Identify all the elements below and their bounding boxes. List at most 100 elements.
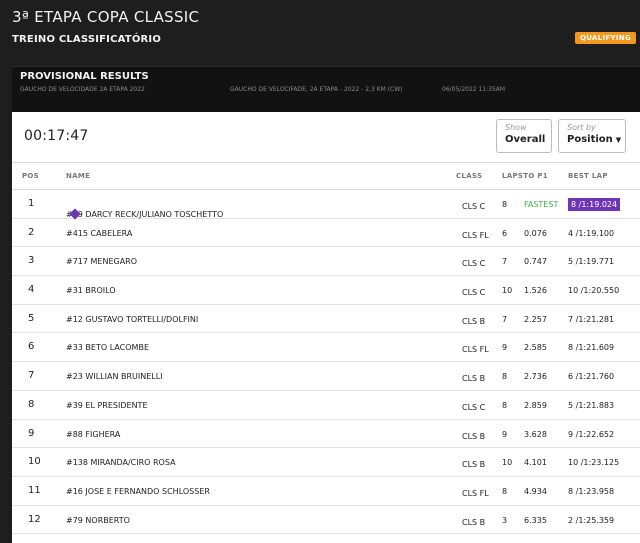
session-datetime: 06/05/2022 11:35AM <box>442 86 506 93</box>
row-class: CLS FL <box>462 345 489 355</box>
table-row[interactable]: 3 #717 MENEGARO CLS C 7 0.747 5 /1:19.77… <box>12 247 640 277</box>
row-class: CLS B <box>462 431 486 441</box>
row-gap: 4.934 <box>524 486 547 496</box>
column-class[interactable]: CLASS <box>456 172 482 180</box>
row-laps: 8 <box>502 372 508 382</box>
row-best-lap: 8 /1:21.609 <box>568 343 615 353</box>
row-class: CLS B <box>462 316 486 326</box>
table-row[interactable]: 6 #33 BETO LACOMBE CLS FL 9 2.585 8 /1:2… <box>12 333 640 363</box>
row-best-lap: 7 /1:21.281 <box>568 314 615 324</box>
row-best-lap: 4 /1:19.100 <box>568 228 615 238</box>
table-row[interactable]: 11 #16 JOSE E FERNANDO SCHLOSSER CLS FL … <box>12 477 640 506</box>
row-laps: 7 <box>502 257 508 267</box>
column-name[interactable]: NAME <box>66 172 90 180</box>
row-driver-name: #31 BROILO <box>66 286 116 296</box>
results-table: 1 #19 DARCY RECK/JULIANO TOSCHETTO CLS C… <box>12 190 640 535</box>
sort-value: Position <box>567 134 613 145</box>
row-best-lap: 6 /1:21.760 <box>568 372 615 382</box>
row-class: CLS B <box>462 460 486 470</box>
row-position: 5 <box>28 312 35 324</box>
row-position: 8 <box>28 398 35 410</box>
row-gap: 1.526 <box>524 286 547 296</box>
row-position: 10 <box>28 456 41 468</box>
row-position: 1 <box>28 198 35 209</box>
column-pos[interactable]: POS <box>22 172 39 180</box>
table-row[interactable]: 8 #39 EL PRESIDENTE CLS C 8 2.859 5 /1:2… <box>12 391 640 420</box>
table-row[interactable]: 7 #23 WILLIAN BRUINELLI CLS B 8 2.736 6 … <box>12 362 640 391</box>
row-class: CLS C <box>462 259 486 269</box>
row-class: CLS B <box>462 517 486 527</box>
row-driver-name: #88 FIGHERA <box>66 429 121 439</box>
table-row[interactable]: 10 #138 MIRANDA/CIRO ROSA CLS B 10 4.101… <box>12 448 640 477</box>
row-gap: 4.101 <box>524 458 547 468</box>
row-driver-name: #79 NORBERTO <box>66 515 130 525</box>
row-class: CLS FL <box>462 230 489 240</box>
row-driver-name: #39 EL PRESIDENTE <box>66 400 148 410</box>
row-class: CLS FL <box>462 488 489 498</box>
row-laps: 8 <box>502 200 508 209</box>
table-row[interactable]: 2 #415 CABELERA CLS FL 6 0.076 4 /1:19.1… <box>12 219 640 248</box>
row-best-lap: 10 /1:23.125 <box>568 458 620 468</box>
row-position: 3 <box>28 255 35 267</box>
column-laps-to-p1[interactable]: LAPSTO P1 <box>502 172 548 180</box>
row-gap: 3.628 <box>524 429 547 439</box>
track-name: GAUCHO DE VELOCIFADE, 2A ETAPA - 2022 - … <box>230 86 403 93</box>
row-driver-name: #19 DARCY RECK/JULIANO TOSCHETTO <box>66 210 224 219</box>
row-position: 6 <box>28 341 35 353</box>
row-position: 11 <box>28 484 41 496</box>
row-best-lap: 10 /1:20.550 <box>568 286 620 296</box>
row-position: 12 <box>28 513 41 525</box>
sort-label: Sort by <box>567 123 596 132</box>
results-panel: 00:17:47 Show Overall Sort by Position ▼ … <box>12 112 640 543</box>
row-gap: 0.076 <box>524 228 547 238</box>
column-best-lap[interactable]: BEST LAP <box>568 172 608 180</box>
row-best-lap: 8 /1:19.024 <box>568 198 621 211</box>
row-driver-name: #717 MENEGARO <box>66 257 138 267</box>
championship-name: GAUCHO DE VELOCIDADE 2A ETAPA 2022 <box>20 86 145 93</box>
row-gap: FASTEST <box>524 200 559 209</box>
row-position: 9 <box>28 427 35 439</box>
row-laps: 9 <box>502 343 508 353</box>
row-position: 7 <box>28 370 35 382</box>
row-best-lap: 5 /1:19.771 <box>568 257 615 267</box>
row-position: 2 <box>28 226 35 238</box>
row-gap: 2.585 <box>524 343 547 353</box>
row-driver-name: #138 MIRANDA/CIRO ROSA <box>66 458 176 468</box>
sort-by-dropdown[interactable]: Sort by Position ▼ <box>558 119 626 153</box>
table-header: POS NAME CLASS LAPSTO P1 BEST LAP <box>12 168 640 190</box>
row-laps: 8 <box>502 400 508 410</box>
table-row[interactable]: 4 #31 BROILO CLS C 10 1.526 10 /1:20.550 <box>12 276 640 305</box>
event-header: 3ª ETAPA COPA CLASSIC TREINO CLASSIFICAT… <box>0 0 640 58</box>
row-driver-name: #16 JOSE E FERNANDO SCHLOSSER <box>66 486 210 496</box>
results-header: PROVISIONAL RESULTS GAUCHO DE VELOCIDADE… <box>12 66 640 112</box>
row-gap: 2.736 <box>524 372 547 382</box>
row-laps: 9 <box>502 429 508 439</box>
session-name: TREINO CLASSIFICATÓRIO <box>12 34 162 45</box>
row-best-lap: 8 /1:23.958 <box>568 486 615 496</box>
row-best-lap: 9 /1:22.652 <box>568 429 615 439</box>
row-driver-name: #415 CABELERA <box>66 228 133 238</box>
row-laps: 7 <box>502 314 508 324</box>
session-type-badge: QUALIFYING <box>575 32 636 44</box>
divider <box>12 162 640 163</box>
table-row[interactable]: 9 #88 FIGHERA CLS B 9 3.628 9 /1:22.652 <box>12 420 640 449</box>
row-class: CLS B <box>462 374 486 384</box>
row-laps: 10 <box>502 286 513 296</box>
event-title: 3ª ETAPA COPA CLASSIC <box>12 8 200 26</box>
row-laps: 8 <box>502 486 508 496</box>
table-row[interactable]: 12 #79 NORBERTO CLS B 3 6.335 2 /1:25.35… <box>12 506 640 535</box>
caret-down-icon: ▼ <box>615 136 622 144</box>
row-class: CLS C <box>462 288 486 298</box>
row-gap: 2.257 <box>524 314 547 324</box>
show-value: Overall <box>505 134 546 145</box>
row-driver-name: #33 BETO LACOMBE <box>66 343 149 353</box>
row-best-lap: 2 /1:25.359 <box>568 515 615 525</box>
table-row[interactable]: 1 #19 DARCY RECK/JULIANO TOSCHETTO CLS C… <box>12 190 640 220</box>
row-laps: 3 <box>502 515 508 525</box>
show-filter-button[interactable]: Show Overall <box>496 119 552 153</box>
row-gap: 6.335 <box>524 515 547 525</box>
row-position: 4 <box>28 284 35 296</box>
row-best-lap: 5 /1:21.883 <box>568 400 615 410</box>
session-clock: 00:17:47 <box>24 128 89 144</box>
table-row[interactable]: 5 #12 GUSTAVO TORTELLI/DOLFINI CLS B 7 2… <box>12 305 640 334</box>
